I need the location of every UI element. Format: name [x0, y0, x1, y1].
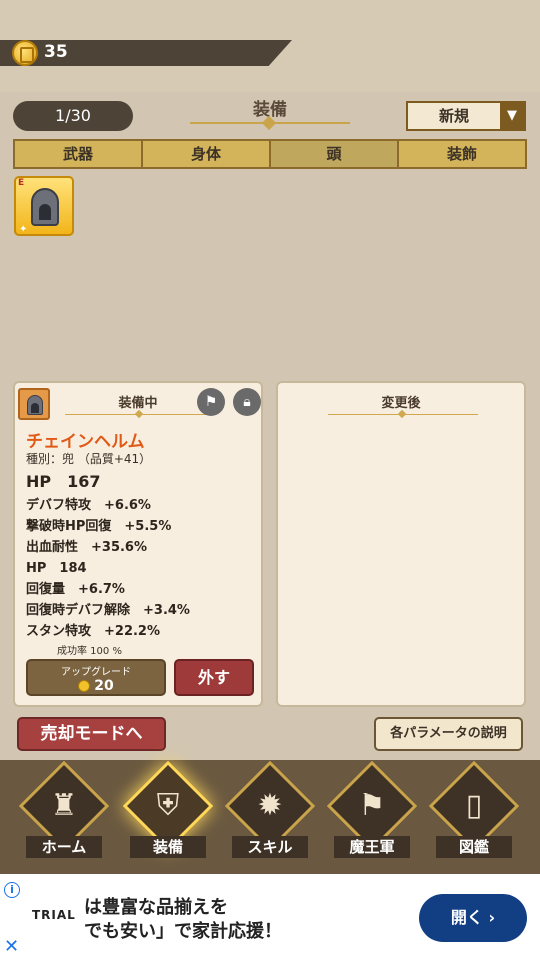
main-stat: HP 167	[26, 472, 101, 491]
sub-stat: 回復量 +6.7%	[26, 582, 125, 597]
category-tabs: 武器 身体 頭 装飾	[13, 139, 527, 169]
ad-open-label: 開く	[450, 908, 483, 927]
tab-weapon[interactable]: 武器	[15, 141, 143, 167]
lock-icon[interactable]: 🔒︎	[233, 388, 261, 416]
parameter-help-button[interactable]: 各パラメータの説明	[374, 717, 523, 751]
coin-icon	[78, 680, 91, 692]
sub-stat: デバフ特攻 +6.6%	[26, 498, 151, 513]
close-icon[interactable]: ✕	[4, 936, 19, 957]
nav-label: 図鑑	[458, 838, 489, 856]
chevron-right-icon: ›	[488, 908, 496, 927]
ad-line: でも安い」で家計応援！	[84, 921, 282, 942]
helmet-shield-icon: ⛨	[156, 788, 180, 823]
nav-encyclopedia[interactable]: ▯ 図鑑	[426, 760, 522, 866]
item-name: チェインヘルム	[26, 432, 145, 452]
upgrade-cost: 20	[28, 678, 164, 694]
nav-label: ホーム	[41, 838, 87, 856]
info-icon[interactable]: i	[4, 882, 20, 898]
nav-home[interactable]: ♜ ホーム	[16, 760, 112, 866]
card-ornament	[65, 414, 215, 415]
tab-accessory[interactable]: 装飾	[399, 141, 525, 167]
ad-brand: TRIAL	[32, 908, 76, 922]
nav-equipment[interactable]: ⛨ 装備	[120, 760, 216, 866]
nav-label: スキル	[247, 838, 293, 856]
bottom-nav: ♜ ホーム ⛨ 装備 ✹ スキル ⚑ 魔王軍 ▯ 図鑑	[0, 760, 540, 874]
upgrade-cost-value: 20	[94, 678, 114, 694]
upgrade-label: アップグレード	[61, 667, 131, 678]
after-title: 変更後	[381, 396, 421, 411]
ad-open-button[interactable]: 開く ›	[419, 894, 527, 942]
flag-icon: ⚑	[358, 788, 386, 823]
nav-label: 魔王軍	[349, 838, 395, 856]
castle-icon: ♜	[50, 788, 78, 823]
tab-body[interactable]: 身体	[143, 141, 271, 167]
flag-icon[interactable]: ⚑	[197, 388, 225, 416]
nav-demon-army[interactable]: ⚑ 魔王軍	[324, 760, 420, 866]
card-ornament	[328, 414, 478, 415]
star-icon: ✦	[19, 224, 28, 235]
sub-stat: 回復時デバフ解除 +3.4%	[26, 603, 190, 618]
chevron-down-icon: ▼	[500, 103, 524, 129]
tab-head[interactable]: 頭	[271, 141, 399, 167]
rank-badge: E	[18, 178, 25, 188]
equipped-card: 装備中 ⚑ 🔒︎ チェインヘルム 種別：兜 （品質+41） HP 167 デバフ…	[13, 381, 263, 707]
unequip-button[interactable]: 外す	[174, 659, 254, 696]
sub-stat: 出血耐性 +35.6%	[26, 540, 147, 555]
sell-mode-button[interactable]: 売却モードへ	[17, 717, 166, 751]
title-ornament	[190, 122, 350, 124]
sub-stat: 撃破時HP回復 +5.5%	[26, 519, 172, 534]
ad-text: は豊富な品揃えを でも安い」で家計応援！	[84, 896, 282, 944]
helmet-icon	[31, 188, 59, 226]
success-rate: 成功率 100 %	[57, 646, 122, 657]
book-icon: ▯	[465, 788, 483, 823]
sub-stat: スタン特攻 +22.2%	[26, 624, 160, 639]
sort-dropdown-value: 新規	[438, 107, 469, 125]
after-change-card: 変更後	[276, 381, 526, 707]
sub-stat: HP 184	[26, 561, 87, 576]
nav-label: 装備	[152, 838, 183, 856]
ad-line: は豊富な品揃えを	[84, 897, 228, 918]
nav-skill[interactable]: ✹ スキル	[222, 760, 318, 866]
equipment-slot[interactable]: E ✦	[14, 176, 74, 236]
item-type: 種別：兜 （品質+41）	[26, 452, 152, 466]
inventory-counter: 1/30	[13, 101, 133, 131]
sort-dropdown[interactable]: 新規 ▼	[406, 101, 526, 131]
skill-ring-icon: ✹	[257, 788, 283, 823]
ad-banner[interactable]: i ✕ TRIAL は豊富な品揃えを でも安い」で家計応援！ 開く ›	[0, 874, 540, 960]
coin-count: 35	[44, 42, 68, 62]
coin-icon	[12, 40, 38, 66]
upgrade-button[interactable]: アップグレード 20	[26, 659, 166, 696]
